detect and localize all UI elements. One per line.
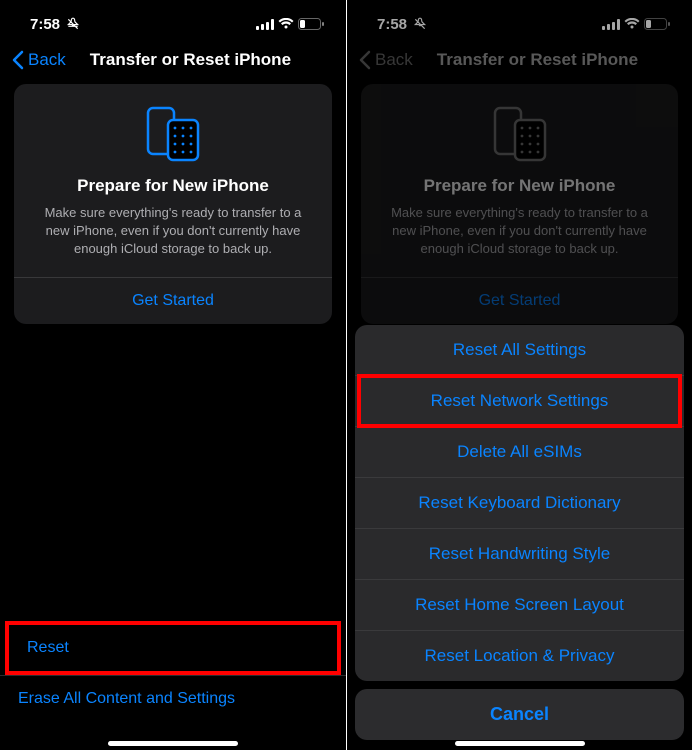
status-icons	[256, 18, 324, 30]
sheet-options: Reset All Settings Reset Network Setting…	[355, 325, 684, 681]
reset-network-settings-button[interactable]: Reset Network Settings	[355, 375, 684, 426]
reset-keyboard-dictionary-button[interactable]: Reset Keyboard Dictionary	[355, 477, 684, 528]
cellular-icon	[256, 19, 274, 30]
reset-handwriting-style-button[interactable]: Reset Handwriting Style	[355, 528, 684, 579]
wifi-icon	[278, 18, 294, 30]
reset-button[interactable]: Reset	[9, 625, 337, 671]
status-bar: 7:58	[0, 0, 346, 44]
time-label: 7:58	[30, 16, 60, 33]
do-not-disturb-icon	[66, 17, 80, 31]
home-indicator[interactable]	[455, 741, 585, 746]
nav-title: Transfer or Reset iPhone	[90, 50, 334, 70]
prepare-card: Prepare for New iPhone Make sure everyth…	[14, 84, 332, 324]
screen-transfer-reset: 7:58 Back Transfer or Reset iPhone P	[0, 0, 346, 750]
erase-all-button[interactable]: Erase All Content and Settings	[0, 675, 346, 722]
home-indicator[interactable]	[108, 741, 238, 746]
highlight-reset: Reset	[5, 621, 341, 675]
bottom-list: Reset Erase All Content and Settings	[0, 621, 346, 740]
delete-all-esims-button[interactable]: Delete All eSIMs	[355, 426, 684, 477]
battery-icon	[298, 18, 324, 30]
card-body: Make sure everything's ready to transfer…	[30, 204, 316, 259]
card-title: Prepare for New iPhone	[30, 176, 316, 196]
reset-action-sheet: Reset All Settings Reset Network Setting…	[355, 325, 684, 740]
back-button[interactable]: Back	[28, 50, 66, 70]
reset-location-privacy-button[interactable]: Reset Location & Privacy	[355, 630, 684, 681]
reset-all-settings-button[interactable]: Reset All Settings	[355, 325, 684, 375]
status-time: 7:58	[30, 16, 80, 33]
reset-home-screen-layout-button[interactable]: Reset Home Screen Layout	[355, 579, 684, 630]
nav-bar: Back Transfer or Reset iPhone	[0, 44, 346, 84]
get-started-button[interactable]: Get Started	[30, 278, 316, 324]
devices-icon	[30, 106, 316, 162]
screen-reset-sheet: 7:58 Back Transfer or Reset iPhone P	[346, 0, 692, 750]
back-chevron-icon[interactable]	[12, 50, 24, 70]
cancel-button[interactable]: Cancel	[355, 689, 684, 740]
